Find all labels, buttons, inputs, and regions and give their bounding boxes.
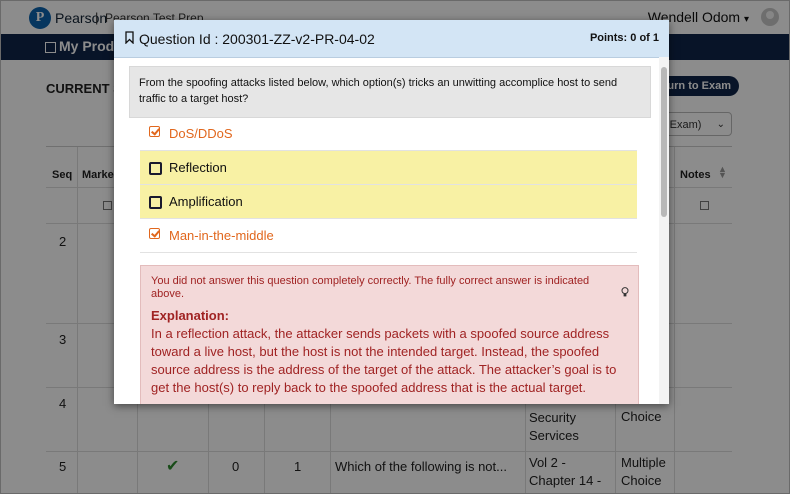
question-review-modal: Question Id : 200301-ZZ-v2-PR-04-02 Poin… [114,20,669,404]
feedback-message: You did not answer this question complet… [151,275,590,300]
modal-scrollbar-thumb[interactable] [661,67,667,217]
answer-option-label: Reflection [169,160,227,175]
checkbox-icon [149,196,162,209]
bookmark-icon[interactable] [125,31,134,44]
answer-option[interactable]: Reflection [140,151,637,185]
checkbox-checked-icon [149,126,160,137]
modal-header: Question Id : 200301-ZZ-v2-PR-04-02 Poin… [114,20,669,58]
feedback-panel: You did not answer this question complet… [140,265,639,404]
answer-option-label: DoS/DDoS [169,126,233,141]
answer-option-label: Amplification [169,194,243,209]
answer-option[interactable]: Man-in-the-middle [140,219,637,253]
question-id: Question Id : 200301-ZZ-v2-PR-04-02 [139,31,375,47]
checkbox-icon [149,162,162,175]
explanation-text: In a reflection attack, the attacker sen… [151,326,617,395]
answer-option[interactable]: Amplification [140,185,637,219]
answer-option[interactable]: DoS/DDoS [140,117,637,151]
points-label: Points: 0 of 1 [589,32,659,44]
lightbulb-icon[interactable] [621,287,629,297]
question-text: From the spoofing attacks listed below, … [139,77,618,105]
app-window: P Pearson | Pearson Test Prep Wendell Od… [0,0,790,494]
question-box: From the spoofing attacks listed below, … [129,66,651,118]
answer-option-label: Man-in-the-middle [169,228,274,243]
checkbox-checked-icon [149,228,160,239]
explanation-title: Explanation: [151,308,230,323]
